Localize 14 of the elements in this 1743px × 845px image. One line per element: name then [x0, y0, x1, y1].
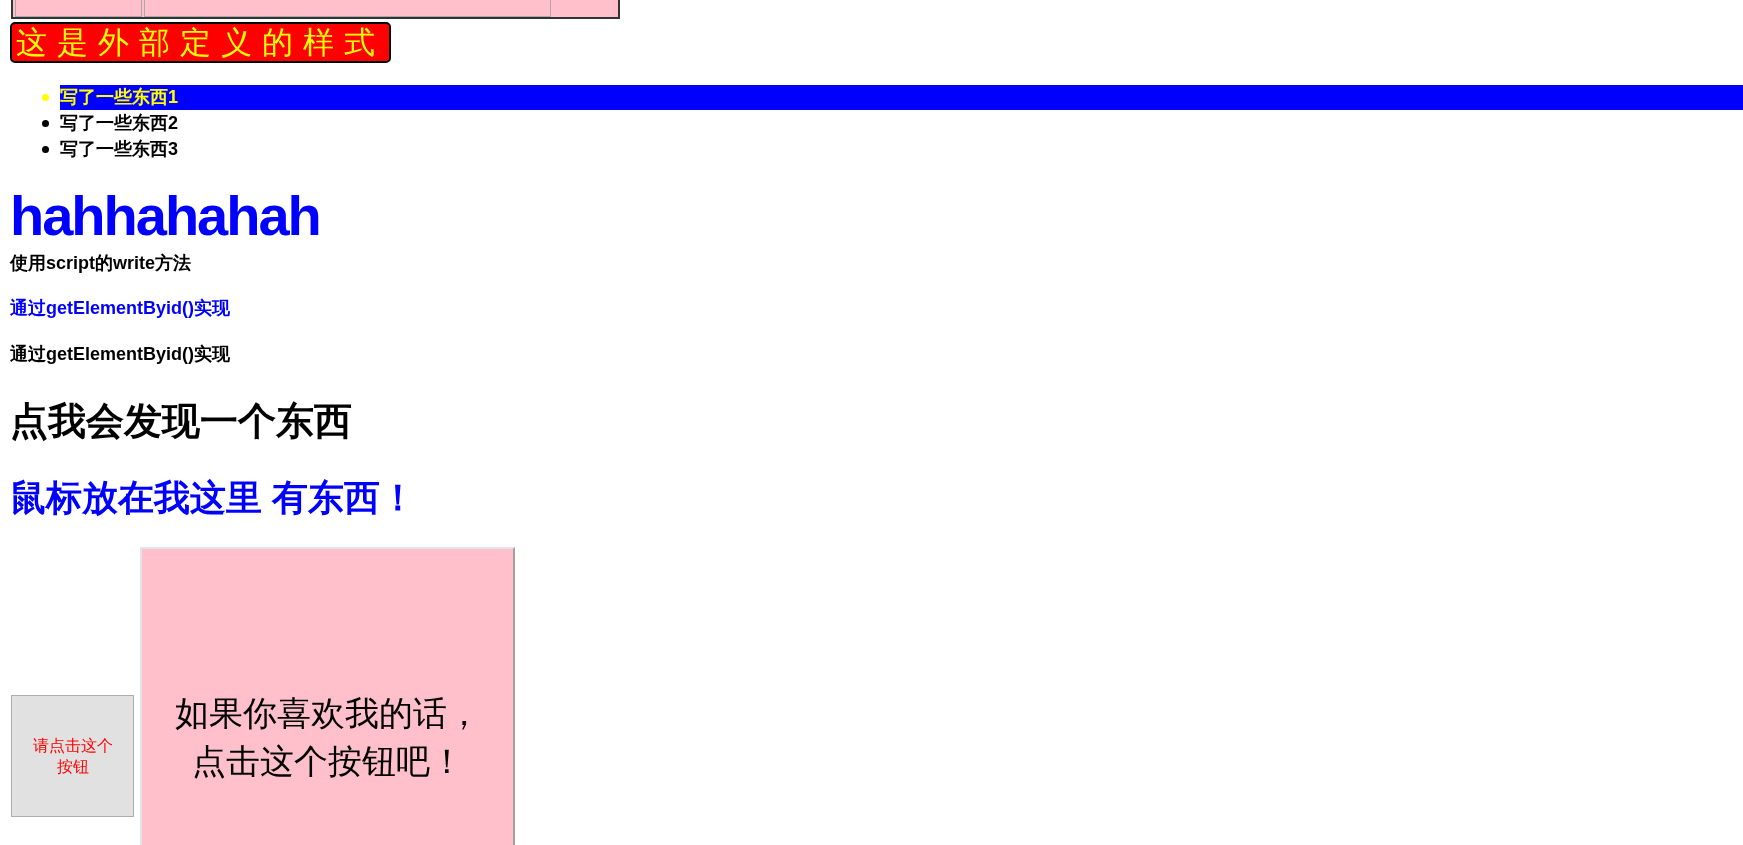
list-item: 写了一些东西2	[60, 111, 179, 135]
styled-banner: 这是外部定义的样式	[10, 22, 391, 63]
hover-heading: 鼠标放在我这里 有东西！	[10, 476, 416, 520]
heading: hahhahahah	[10, 188, 320, 244]
list-item: 写了一些东西1	[60, 84, 1743, 110]
paragraph-text: 通过getElementByid()实现	[10, 297, 231, 319]
list-item: 写了一些东西3	[60, 137, 179, 161]
bullet-icon	[42, 145, 49, 153]
bullet-icon	[42, 93, 49, 101]
paragraph-text: 使用script的write方法	[10, 252, 192, 274]
bullet-icon	[42, 119, 49, 127]
paragraph-text: 通过getElementByid()实现	[10, 343, 231, 365]
like-button[interactable]: 如果你喜欢我的话，点击这个按钮吧！	[140, 547, 515, 845]
click-heading: 点我会发现一个东西	[10, 399, 352, 443]
